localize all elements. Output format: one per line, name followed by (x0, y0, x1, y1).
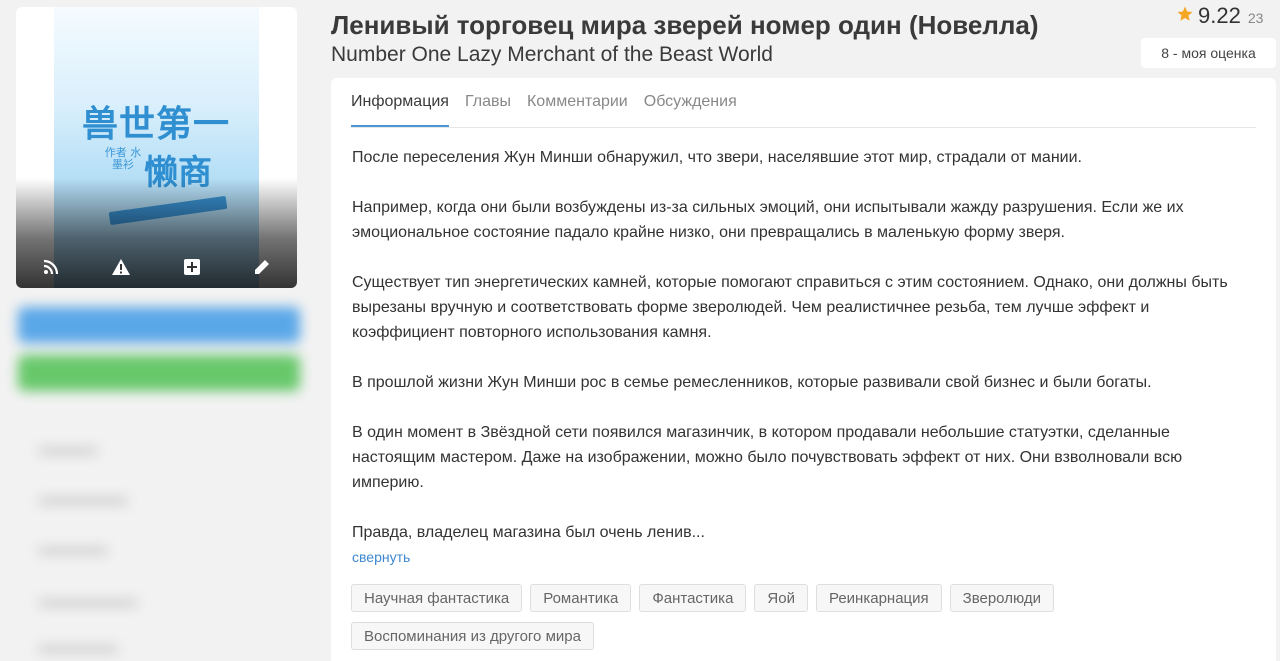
tag[interactable]: Воспоминания из другого мира (351, 622, 594, 650)
read-button[interactable] (18, 307, 300, 343)
cover-author: 作者 水墨衫 (104, 146, 142, 171)
my-rating-button[interactable]: 8 - моя оценка (1141, 38, 1276, 68)
tab-discussions[interactable]: Обсуждения (644, 93, 737, 127)
sidebar-line (38, 547, 108, 555)
description-paragraph: Существует тип энергетических камней, ко… (352, 274, 1228, 341)
description: После переселения Жун Минши обнаружил, ч… (352, 145, 1242, 545)
page-subtitle: Number One Lazy Merchant of the Beast Wo… (331, 43, 773, 66)
page-title: Ленивый торговец мира зверей номер один … (331, 10, 1039, 40)
plus-icon[interactable] (180, 255, 204, 279)
tag[interactable]: Фантастика (639, 584, 747, 612)
info-card: Информация Главы Комментарии Обсуждения … (331, 78, 1276, 661)
sidebar-line (38, 599, 138, 607)
rating-count: 23 (1247, 10, 1264, 26)
description-paragraph: После переселения Жун Минши обнаружил, ч… (352, 149, 1082, 166)
sidebar-line (38, 447, 98, 455)
add-to-list-button[interactable] (18, 355, 300, 391)
collapse-link[interactable]: свернуть (352, 549, 410, 565)
tab-chapters[interactable]: Главы (465, 93, 511, 127)
warning-icon[interactable] (109, 255, 133, 279)
tag[interactable]: Зверолюди (949, 584, 1055, 612)
sidebar-line (38, 645, 118, 653)
rss-icon[interactable] (39, 255, 63, 279)
cover-title-line1: 兽世第一 (82, 104, 231, 145)
blurred-sidebar (10, 297, 305, 661)
description-paragraph: Например, когда они были возбуждены из-з… (352, 199, 1184, 241)
tag[interactable]: Реинкарнация (815, 584, 942, 612)
left-column: 兽世第一 作者 水墨衫 懒商 (0, 0, 310, 661)
tab-info[interactable]: Информация (351, 93, 449, 127)
cover-card: 兽世第一 作者 水墨衫 懒商 (16, 7, 297, 288)
rating-score: 9.22 (1198, 3, 1241, 28)
description-paragraph: Правда, владелец магазина был очень лени… (352, 524, 705, 541)
tag[interactable]: Яой (754, 584, 808, 612)
description-paragraph: В один момент в Звёздной сети появился м… (352, 424, 1183, 491)
tab-bar: Информация Главы Комментарии Обсуждения (351, 78, 1256, 128)
tag[interactable]: Романтика (530, 584, 632, 612)
cover-action-bar (16, 246, 297, 288)
rating-summary: 9.22 23 (1176, 3, 1263, 29)
tag-list: Научная фантастика Романтика Фантастика … (351, 584, 1251, 650)
description-paragraph: В прошлой жизни Жун Минши рос в семье ре… (352, 374, 1152, 391)
tag[interactable]: Научная фантастика (351, 584, 523, 612)
sidebar-line (38, 497, 128, 505)
pencil-icon[interactable] (250, 255, 274, 279)
star-icon (1176, 5, 1194, 28)
tab-comments[interactable]: Комментарии (527, 93, 628, 127)
